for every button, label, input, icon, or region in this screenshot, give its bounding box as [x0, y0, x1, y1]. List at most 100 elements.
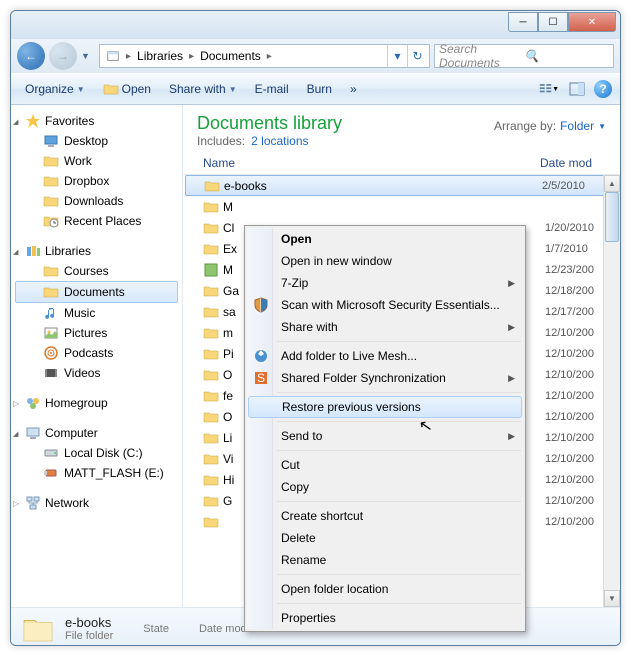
library-icon: [43, 345, 59, 361]
menu-item-label: Open in new window: [281, 254, 392, 268]
file-row[interactable]: e-books2/5/2010: [185, 175, 618, 196]
more-button[interactable]: »: [344, 80, 363, 98]
folder-icon: [203, 346, 219, 362]
sidebar-item-courses[interactable]: Courses: [11, 261, 182, 281]
chevron-right-icon[interactable]: ▸: [187, 51, 196, 62]
view-button[interactable]: ▼: [538, 79, 560, 99]
library-subtitle: Includes: 2 locations: [197, 134, 342, 148]
folder-icon: [203, 388, 219, 404]
chevron-right-icon[interactable]: ▸: [124, 51, 133, 62]
folder-icon: [204, 178, 220, 194]
menu-separator: [277, 603, 521, 604]
menu-item-properties[interactable]: Properties: [247, 607, 523, 629]
sidebar-item-documents[interactable]: Documents: [15, 281, 178, 303]
organize-button[interactable]: Organize▼: [19, 80, 91, 98]
open-button[interactable]: Open: [97, 79, 157, 99]
sidebar-item-downloads[interactable]: Downloads: [11, 191, 182, 211]
email-button[interactable]: E-mail: [249, 80, 295, 98]
column-name[interactable]: Name: [203, 156, 540, 170]
menu-item-restore-previous-versions[interactable]: Restore previous versions: [248, 396, 522, 418]
share-with-button[interactable]: Share with▼: [163, 80, 243, 98]
folder-icon: [203, 409, 219, 425]
address-bar[interactable]: ▸ Libraries ▸ Documents ▸ ▾ ↻: [99, 44, 430, 68]
sidebar-item-label: Dropbox: [64, 174, 109, 188]
sidebar-item-podcasts[interactable]: Podcasts: [11, 343, 182, 363]
libraries-header[interactable]: Libraries: [11, 241, 182, 261]
scroll-down-button[interactable]: ▼: [604, 590, 620, 607]
file-name: M: [223, 200, 545, 214]
details-name: e-books: [65, 615, 113, 630]
sidebar-item-work[interactable]: Work: [11, 151, 182, 171]
file-row[interactable]: M: [183, 196, 620, 217]
network-icon: [25, 495, 41, 511]
menu-item-copy[interactable]: Copy: [247, 476, 523, 498]
folder-icon: [43, 173, 59, 189]
locations-link[interactable]: 2 locations: [251, 134, 308, 148]
menu-item-open-folder-location[interactable]: Open folder location: [247, 578, 523, 600]
menu-item-shared-folder-synchronization[interactable]: SShared Folder Synchronization▶: [247, 367, 523, 389]
submenu-arrow-icon: ▶: [508, 278, 515, 289]
sidebar-item-label: Downloads: [64, 194, 123, 208]
favorites-header[interactable]: Favorites: [11, 111, 182, 131]
folder-icon: [203, 199, 219, 215]
maximize-button[interactable]: ☐: [538, 12, 568, 32]
sidebar-item-drive[interactable]: MATT_FLASH (E:): [11, 463, 182, 483]
svg-text:S: S: [257, 371, 265, 385]
menu-item-cut[interactable]: Cut: [247, 454, 523, 476]
menu-item-open-in-new-window[interactable]: Open in new window: [247, 250, 523, 272]
menu-item--zip[interactable]: 7-Zip ▶: [247, 272, 523, 294]
menu-item-label: Properties: [281, 611, 336, 625]
sidebar-item-pictures[interactable]: Pictures: [11, 323, 182, 343]
menu-item-label: Add folder to Live Mesh...: [281, 349, 417, 363]
computer-header[interactable]: Computer: [11, 423, 182, 443]
library-icon: [43, 305, 59, 321]
scroll-up-button[interactable]: ▲: [604, 175, 620, 192]
menu-item-add-folder-to-live-mesh-[interactable]: Add folder to Live Mesh...: [247, 345, 523, 367]
preview-pane-button[interactable]: [566, 79, 588, 99]
nav-history-dropdown[interactable]: ▼: [81, 51, 95, 61]
breadcrumb-documents[interactable]: Documents: [196, 45, 265, 67]
library-icon: [43, 365, 59, 381]
burn-button[interactable]: Burn: [301, 80, 338, 98]
folder-open-icon: [103, 81, 119, 97]
breadcrumb-libraries[interactable]: Libraries: [133, 45, 187, 67]
forward-button[interactable]: →: [49, 42, 77, 70]
sidebar-item-recent-places[interactable]: Recent Places: [11, 211, 182, 231]
menu-item-share-with[interactable]: Share with▶: [247, 316, 523, 338]
folder-icon: [203, 367, 219, 383]
menu-item-label: 7-Zip: [281, 276, 308, 290]
help-button[interactable]: ?: [594, 80, 612, 98]
breadcrumb-root-icon[interactable]: [102, 45, 124, 67]
sidebar-item-dropbox[interactable]: Dropbox: [11, 171, 182, 191]
library-icon: [43, 263, 59, 279]
sidebar-item-videos[interactable]: Videos: [11, 363, 182, 383]
network-header[interactable]: Network: [11, 493, 182, 513]
menu-separator: [277, 501, 521, 502]
vertical-scrollbar[interactable]: ▲ ▼: [603, 175, 620, 607]
menu-item-open[interactable]: Open: [247, 228, 523, 250]
column-headers[interactable]: Name Date mod: [183, 152, 620, 175]
menu-item-create-shortcut[interactable]: Create shortcut: [247, 505, 523, 527]
menu-item-rename[interactable]: Rename: [247, 549, 523, 571]
details-state-label: State: [143, 623, 169, 635]
refresh-button[interactable]: ↻: [407, 45, 427, 67]
menu-item-scan-with-microsoft-security-essentials-[interactable]: Scan with Microsoft Security Essentials.…: [247, 294, 523, 316]
scroll-thumb[interactable]: [605, 192, 619, 242]
search-box[interactable]: Search Documents 🔍: [434, 44, 614, 68]
close-button[interactable]: ✕: [568, 12, 616, 32]
menu-item-send-to[interactable]: Send to▶: [247, 425, 523, 447]
sidebar-item-desktop[interactable]: Desktop: [11, 131, 182, 151]
homegroup-header[interactable]: Homegroup: [11, 393, 182, 413]
sidebar-item-drive[interactable]: Local Disk (C:): [11, 443, 182, 463]
minimize-button[interactable]: ─: [508, 12, 538, 32]
chevron-right-icon[interactable]: ▸: [265, 51, 274, 62]
arrange-by[interactable]: Arrange by: Folder ▼: [494, 113, 606, 133]
column-date[interactable]: Date mod: [540, 156, 620, 170]
folder-icon: [43, 153, 59, 169]
computer-icon: [25, 425, 41, 441]
folder-icon: [21, 612, 55, 646]
address-dropdown[interactable]: ▾: [387, 45, 407, 67]
menu-item-delete[interactable]: Delete: [247, 527, 523, 549]
sidebar-item-music[interactable]: Music: [11, 303, 182, 323]
back-button[interactable]: ←: [17, 42, 45, 70]
